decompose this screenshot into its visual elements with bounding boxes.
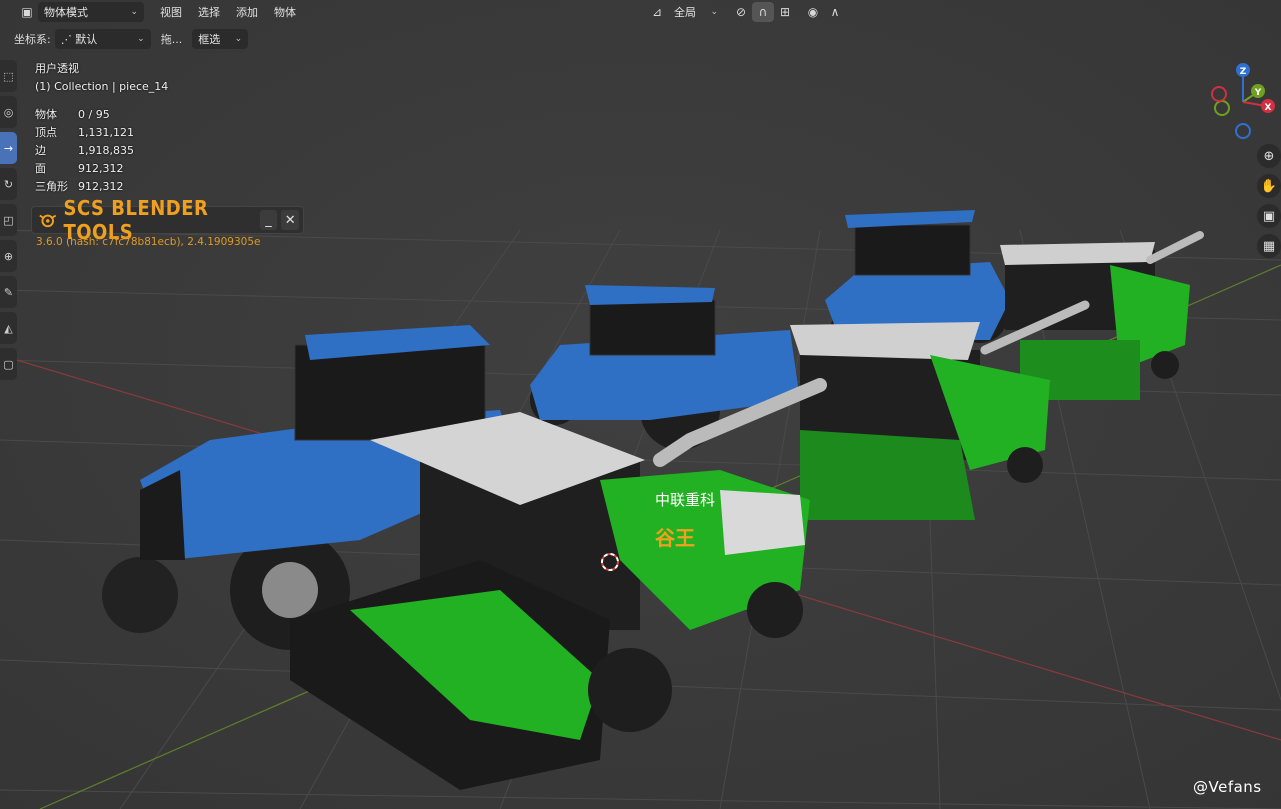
stat-label: 边 xyxy=(35,144,46,157)
stat-value: 0 / 95 xyxy=(78,108,110,121)
neg-y-handle xyxy=(1214,100,1230,116)
3d-viewport[interactable]: 中联重科 谷王 xyxy=(0,0,1281,809)
zoom-icon: ⊕ xyxy=(1263,148,1275,164)
stat-row: 三角形 912,312 xyxy=(35,178,168,196)
brand-text: 中联重科 xyxy=(655,491,715,509)
scs-logo-icon xyxy=(39,214,57,228)
cube-icon: ▢ xyxy=(3,357,14,371)
menu-object[interactable]: 物体 xyxy=(266,4,304,20)
mode-dropdown[interactable]: 物体模式 ⌄ xyxy=(38,2,144,22)
neg-x-handle xyxy=(1211,86,1227,102)
x-axis-label: X xyxy=(1265,103,1272,113)
viewport-header: ▣ 物体模式 ⌄ 视图 选择 添加 物体 ⊿ 全局 ⌄ ⊘ ∩ ⊞ ◉ ∧ xyxy=(0,0,1281,24)
cursor-icon: ◎ xyxy=(3,105,14,119)
measure-icon: ◭ xyxy=(4,321,13,335)
view-name: 用户透视 xyxy=(35,62,79,75)
stat-label: 物体 xyxy=(35,108,57,121)
camera-icon: ▣ xyxy=(1262,208,1276,224)
minimize-button[interactable]: _ xyxy=(259,210,278,230)
close-button[interactable]: ✕ xyxy=(281,210,300,230)
pan-button[interactable]: ✋ xyxy=(1257,174,1281,198)
snap-icon[interactable]: ∩ xyxy=(752,2,774,22)
stat-row: 物体 0 / 95 xyxy=(35,106,168,124)
stat-row: 边 1,918,835 xyxy=(35,142,168,160)
scs-tools-panel: SCS BLENDER TOOLS _ ✕ xyxy=(31,196,304,244)
viewport-info-overlay: 用户透视 (1) Collection | piece_14 物体 0 / 95 … xyxy=(35,60,168,196)
viewport-scene: 中联重科 谷王 xyxy=(0,0,1281,809)
snap-target-icon[interactable]: ⊞ xyxy=(774,2,796,22)
scale-icon: ◰ xyxy=(3,213,14,227)
axis-icon: ⋰ xyxy=(60,32,76,46)
annotate-tool[interactable]: ✎ xyxy=(0,276,17,308)
menu-select[interactable]: 选择 xyxy=(190,4,228,20)
grid-icon: ▦ xyxy=(1262,238,1276,254)
tool-settings-bar: 坐标系: ⋰ 默认 ⌄ 拖... 框选 ⌄ xyxy=(0,27,1281,51)
cursor-tool[interactable]: ◎ xyxy=(0,96,17,128)
orientation-dropdown[interactable]: 全局 ⌄ xyxy=(668,2,724,22)
camera-button[interactable]: ▣ xyxy=(1257,204,1281,228)
scale-tool[interactable]: ◰ xyxy=(0,204,17,236)
transform-orientation-icon[interactable]: ⊿ xyxy=(646,2,668,22)
rotate-tool[interactable]: ↻ xyxy=(0,168,17,200)
drag-label: 拖... xyxy=(160,33,183,46)
watermark: @Vefans xyxy=(1193,778,1262,796)
z-axis-label: Z xyxy=(1240,67,1247,77)
rotate-icon: ↻ xyxy=(3,177,14,191)
mode-label: 物体模式 xyxy=(44,6,88,19)
model-text: 谷王 xyxy=(655,526,695,550)
menu-view[interactable]: 视图 xyxy=(152,4,190,20)
proportional-edit-icon[interactable]: ◉ xyxy=(802,2,824,22)
navigation-gizmo[interactable]: Z Y X xyxy=(1200,58,1280,148)
select-mode-dropdown[interactable]: 框选 ⌄ xyxy=(192,29,249,49)
scene-stats: 物体 0 / 95 顶点 1,131,121 边 1,918,835 面 912,312… xyxy=(35,106,168,196)
annotate-icon: ✎ xyxy=(3,285,14,299)
chevron-down-icon: ⌄ xyxy=(234,34,243,44)
left-toolbar: ⬚ ◎ → ↻ ◰ ⊕ ✎ ◭ ▢ xyxy=(0,60,17,384)
stat-label: 顶点 xyxy=(35,126,57,139)
transform-icon: ⊕ xyxy=(3,249,14,263)
stat-row: 面 912,312 xyxy=(35,160,168,178)
collection-info: (1) Collection | piece_14 xyxy=(35,80,169,93)
y-axis-label: Y xyxy=(1254,88,1262,98)
stat-value: 912,312 xyxy=(78,180,124,193)
select-box-icon: ⬚ xyxy=(3,69,14,83)
coord-dropdown[interactable]: ⋰ 默认 ⌄ xyxy=(54,29,151,49)
stat-label: 三角形 xyxy=(35,180,68,193)
hand-icon: ✋ xyxy=(1260,178,1278,194)
chevron-down-icon: ⌄ xyxy=(710,7,718,17)
move-tool[interactable]: → xyxy=(0,132,17,164)
chevron-down-icon: ⌄ xyxy=(137,34,145,44)
menu-add[interactable]: 添加 xyxy=(228,4,266,20)
chevron-down-icon: ⌄ xyxy=(130,7,138,17)
measure-tool[interactable]: ◭ xyxy=(0,312,17,344)
pivot-point-icon[interactable]: ⊘ xyxy=(730,2,752,22)
select-box-tool[interactable]: ⬚ xyxy=(0,60,17,92)
stat-row: 顶点 1,131,121 xyxy=(35,124,168,142)
stat-value: 1,131,121 xyxy=(78,126,134,139)
editor-type-icon[interactable]: ▣ xyxy=(16,2,38,22)
neg-z-handle xyxy=(1235,123,1251,139)
stat-value: 1,918,835 xyxy=(78,144,134,157)
transform-tool[interactable]: ⊕ xyxy=(0,240,17,272)
perspective-toggle[interactable]: ▦ xyxy=(1257,234,1281,258)
falloff-icon[interactable]: ∧ xyxy=(824,2,846,22)
stat-label: 面 xyxy=(35,162,46,175)
select-mode-value: 框选 xyxy=(198,33,221,46)
scs-version-text: 3.6.0 (hash: c7fc78b81ecb), 2.4.1909305e xyxy=(36,236,261,248)
coord-value: 默认 xyxy=(75,33,98,46)
add-cube-tool[interactable]: ▢ xyxy=(0,348,17,380)
coord-label: 坐标系: xyxy=(14,33,51,46)
orientation-label: 全局 xyxy=(674,6,696,19)
stat-value: 912,312 xyxy=(78,162,124,175)
move-icon: → xyxy=(3,141,14,155)
zoom-button[interactable]: ⊕ xyxy=(1257,144,1281,168)
